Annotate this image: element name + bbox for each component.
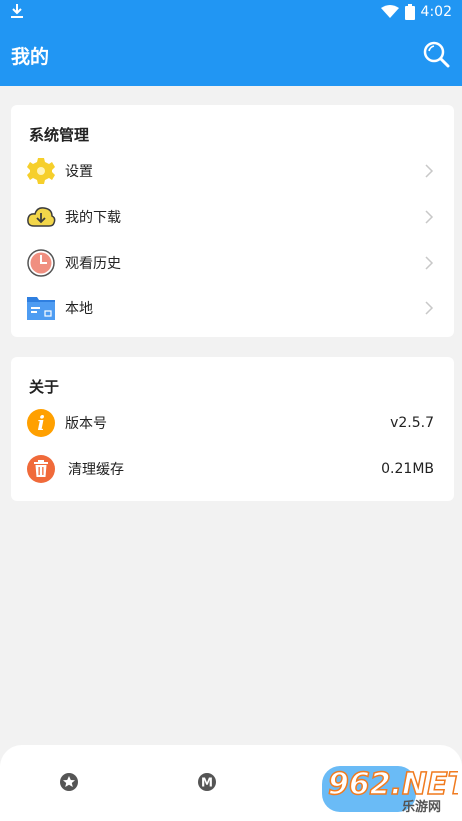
cloud-download-icon	[27, 207, 56, 227]
system-management-card: 系统管理 设置 我的下载 观看历史 本地	[11, 105, 454, 337]
page-title: 我的	[11, 46, 50, 68]
watch-history-label: 观看历史	[65, 256, 121, 272]
status-bar: 4:02	[0, 0, 462, 24]
folder-icon	[27, 297, 55, 320]
section-title-about: 关于	[29, 378, 60, 396]
cache-size-value: 0.21MB	[381, 461, 434, 477]
status-right: 4:02	[380, 3, 452, 21]
wifi-icon	[380, 5, 399, 18]
app-bar: 4:02 我的	[0, 0, 462, 86]
chevron-right-icon	[425, 256, 434, 270]
watermark-subtext: 乐游网	[402, 799, 441, 815]
status-time: 4:02	[420, 4, 452, 20]
version-value: v2.5.7	[390, 415, 434, 431]
clock-icon	[27, 249, 55, 277]
watermark-logo: 962.NET 乐游网	[322, 766, 458, 815]
section-title-system: 系统管理	[29, 126, 90, 144]
trash-icon	[27, 455, 55, 483]
info-icon: i	[27, 409, 55, 437]
star-icon[interactable]	[59, 772, 79, 792]
search-icon[interactable]	[422, 40, 450, 68]
version-label: 版本号	[65, 416, 107, 432]
m-icon-glyph: M	[201, 776, 213, 790]
chevron-right-icon	[425, 210, 434, 224]
battery-icon	[404, 4, 415, 20]
watermark-text: 962.NET	[328, 767, 458, 802]
chevron-right-icon	[425, 301, 434, 315]
about-card: 关于 i 版本号 v2.5.7 清理缓存 0.21MB	[11, 357, 454, 501]
clear-cache-row[interactable]: 清理缓存 0.21MB	[11, 449, 454, 489]
local-label: 本地	[65, 301, 93, 317]
download-status-icon	[11, 4, 23, 18]
chevron-right-icon	[425, 164, 434, 178]
svg-text:i: i	[37, 411, 45, 435]
my-downloads-label: 我的下载	[65, 210, 121, 226]
version-row: i 版本号 v2.5.7	[11, 403, 454, 443]
clear-cache-label: 清理缓存	[68, 462, 124, 478]
gear-icon	[27, 158, 55, 184]
local-row[interactable]: 本地	[11, 288, 454, 328]
m-icon[interactable]: M	[197, 772, 217, 792]
watch-history-row[interactable]: 观看历史	[11, 243, 454, 283]
settings-row[interactable]: 设置	[11, 151, 454, 191]
settings-label: 设置	[65, 164, 93, 180]
my-downloads-row[interactable]: 我的下载	[11, 197, 454, 237]
